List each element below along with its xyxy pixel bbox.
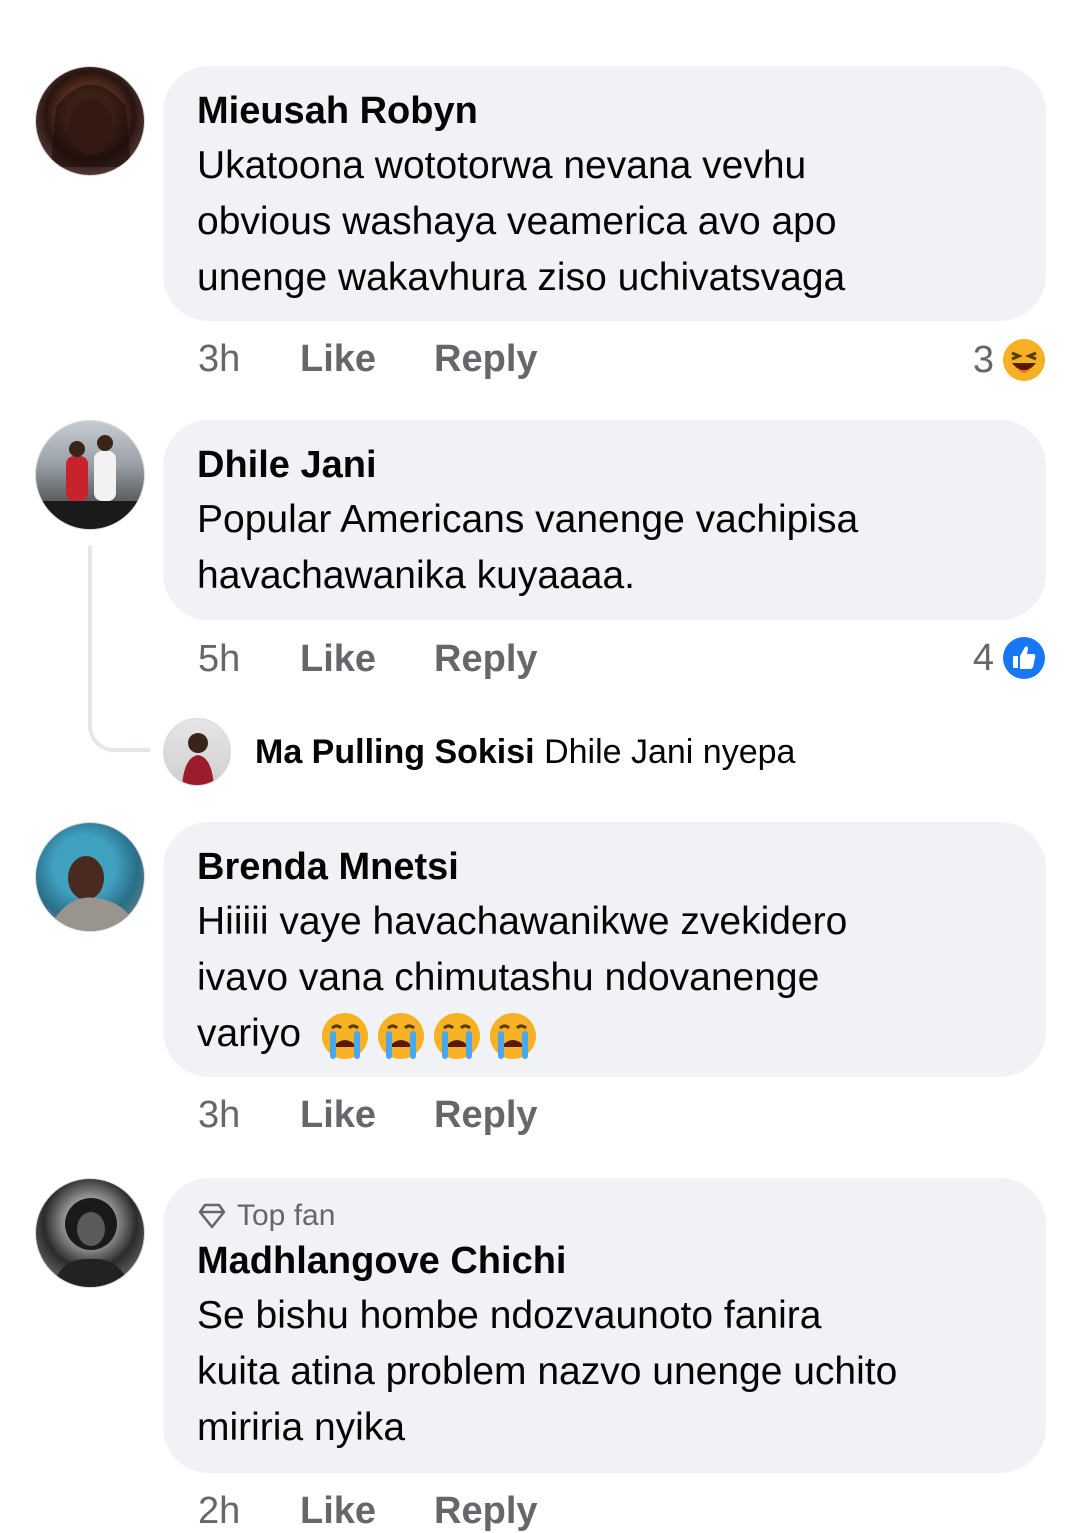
comment-time[interactable]: 3h	[198, 338, 300, 381]
comment-time[interactable]: 3h	[198, 1094, 300, 1137]
top-fan-label: Top fan	[237, 1199, 336, 1232]
crying-emoji-icon	[318, 1011, 542, 1061]
avatar-photo-icon	[51, 1198, 131, 1287]
comment-bubble: Top fan Madhlangove Chichi Se bishu homb…	[163, 1178, 1046, 1473]
comment-text-line: ivavo vana chimutashu ndovanenge	[197, 956, 820, 999]
reply-text: Dhile Jani nyepa	[544, 733, 796, 771]
comment-text-line: unenge wakavhura ziso uchivatsvaga	[197, 256, 846, 299]
top-fan-badge: Top fan	[197, 1198, 1012, 1234]
avatar-photo-icon	[47, 856, 136, 931]
comment-text-line: miriria nyika	[197, 1406, 406, 1449]
like-button[interactable]: Like	[300, 338, 376, 381]
comment-author[interactable]: Madhlangove Chichi	[197, 1238, 1012, 1284]
comment-text: Hiiiii vaye havachawanikwe zvekidero iva…	[197, 894, 1012, 1062]
avatar-photo-icon	[51, 84, 131, 167]
comment-actions: 3h Like Reply	[198, 1094, 596, 1137]
comment-text-line: Ukatoona wototorwa nevana vevhu	[197, 144, 807, 187]
reply-preview[interactable]: Ma Pulling Sokisi Dhile Jani nyepa	[255, 730, 795, 774]
avatar[interactable]	[35, 1178, 145, 1288]
comment-time[interactable]: 5h	[198, 638, 300, 681]
reply-button[interactable]: Reply	[434, 1094, 537, 1137]
comment-text-line: obvious washaya veamerica avo apo	[197, 200, 837, 243]
reaction-summary[interactable]: 3	[973, 338, 1046, 382]
comment-text-segment: variyo	[197, 1012, 302, 1055]
comment-actions: 2h Like Reply	[198, 1490, 596, 1533]
comment-actions: 5h Like Reply	[198, 638, 596, 681]
comment-text: Ukatoona wototorwa nevana vevhu obvious …	[197, 138, 1012, 306]
comment-author[interactable]: Mieusah Robyn	[197, 88, 1012, 134]
reaction-count: 4	[972, 636, 994, 679]
comment-text-line: Popular Americans vanenge vachipisa	[197, 498, 859, 541]
comment-text-line: variyo	[197, 1006, 1012, 1062]
comment-text-line: kuita atina problem nazvo unenge uchito	[197, 1350, 898, 1393]
avatar-photo-icon	[36, 435, 144, 529]
reaction-summary[interactable]: 4	[973, 636, 1046, 680]
avatar[interactable]	[163, 718, 231, 786]
reply-button[interactable]: Reply	[434, 1490, 537, 1533]
like-button[interactable]: Like	[300, 1094, 376, 1137]
comment-bubble: Brenda Mnetsi Hiiiii vaye havachawanikwe…	[163, 822, 1046, 1077]
comment-time[interactable]: 2h	[198, 1490, 300, 1533]
comment-author[interactable]: Brenda Mnetsi	[197, 844, 1012, 890]
comment-text-line: Hiiiii vaye havachawanikwe zvekidero	[197, 900, 848, 943]
avatar[interactable]	[35, 822, 145, 932]
comment-text: Se bishu hombe ndozvaunoto fanira kuita …	[197, 1288, 1012, 1456]
reply-thread-line	[88, 546, 150, 752]
reply-author[interactable]: Ma Pulling Sokisi	[255, 733, 535, 771]
comment-actions: 3h Like Reply	[198, 338, 596, 381]
avatar-photo-icon	[182, 733, 214, 785]
avatar[interactable]	[35, 420, 145, 530]
comment-text-line: Se bishu hombe ndozvaunoto fanira	[197, 1294, 822, 1337]
like-button[interactable]: Like	[300, 638, 376, 681]
comment-bubble: Dhile Jani Popular Americans vanenge vac…	[163, 420, 1046, 620]
like-thumb-icon	[1003, 637, 1045, 679]
comment-author[interactable]: Dhile Jani	[197, 442, 1012, 488]
avatar[interactable]	[35, 66, 145, 176]
comment-text: Popular Americans vanenge vachipisa hava…	[197, 492, 1012, 604]
crying-emoji-icon	[321, 1011, 538, 1061]
reaction-count: 3	[972, 338, 994, 381]
laughing-emoji-icon	[1003, 339, 1045, 381]
comment-bubble: Mieusah Robyn Ukatoona wototorwa nevana …	[163, 66, 1046, 321]
diamond-icon	[198, 1203, 226, 1229]
reply-button[interactable]: Reply	[434, 638, 537, 681]
comment-text-line: havachawanika kuyaaaa.	[197, 554, 635, 597]
reply-button[interactable]: Reply	[434, 338, 537, 381]
like-button[interactable]: Like	[300, 1490, 376, 1533]
